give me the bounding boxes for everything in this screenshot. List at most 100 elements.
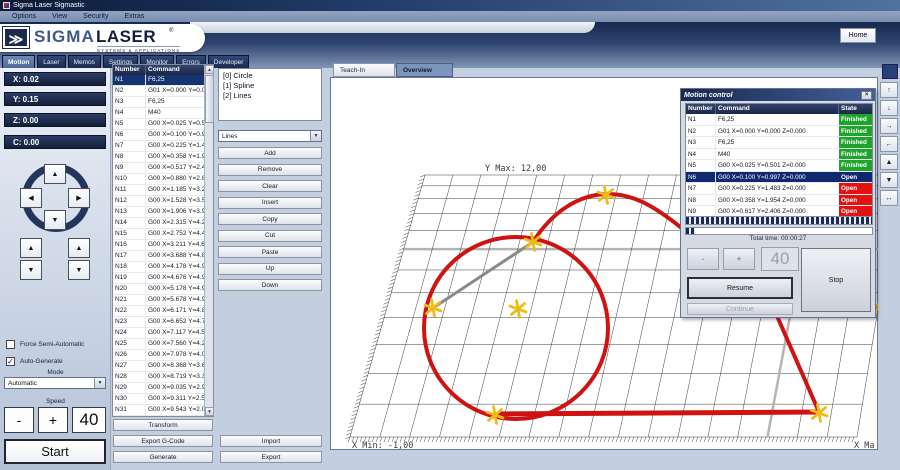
table-row[interactable]: N2G01 X=0.000 Y=0.0... [113,86,204,97]
jog-up-button[interactable]: ▲ [44,164,66,184]
jog-down-button[interactable]: ▼ [44,210,66,230]
c-up-button[interactable]: ▲ [68,238,90,258]
table-row[interactable]: N3F6,25 [113,97,204,108]
remove-button[interactable]: Remove [218,164,322,176]
table-row[interactable]: N21G00 X=5.678 Y=4.9... [113,295,204,306]
view-tool-3-icon[interactable]: ← [880,136,898,152]
home-button[interactable]: Home [840,28,876,43]
scroll-up-icon[interactable]: ▲ [205,65,214,74]
shape-listbox[interactable]: [0] Circle[1] Spline[2] Lines [218,68,322,121]
table-row[interactable]: N1F6,25 [113,75,204,86]
z-down-button[interactable]: ▼ [20,260,42,280]
table-row[interactable]: N30G00 X=9.311 Y=2.5... [113,394,204,405]
table-row[interactable]: N28G00 X=8.719 Y=3.3... [113,372,204,383]
import-button[interactable]: Import [220,435,322,447]
table-row[interactable]: N29G00 X=9.035 Y=2.9... [113,383,204,394]
chevron-down-icon[interactable]: ▼ [94,378,105,388]
tab-developer[interactable]: Developer [208,55,250,68]
export-button[interactable]: Export [220,451,322,463]
table-row[interactable]: N22G00 X=6.171 Y=4.8... [113,306,204,317]
speed-plus-button[interactable]: + [38,407,68,433]
tab-overview[interactable]: Overview [396,63,453,77]
down-button[interactable]: Down [218,279,322,291]
mode-select[interactable]: Automatic ▼ [4,377,106,389]
program-scrollbar[interactable]: ▲ ▼ [204,65,213,416]
chevron-down-icon[interactable]: ▼ [310,131,321,141]
table-row[interactable]: N27G00 X=8.368 Y=3.6... [113,361,204,372]
menu-extras[interactable]: Extras [116,13,152,20]
tab-teach-in[interactable]: Teach-In [333,63,395,77]
resume-button[interactable]: Resume [687,277,793,299]
jog-left-button[interactable]: ◀ [20,188,42,208]
auto-generate-checkbox[interactable]: ✓ [6,357,15,366]
table-row[interactable]: N19G00 X=4.676 Y=4.9... [113,273,204,284]
force-semi-automatic-checkbox[interactable] [6,340,15,349]
table-row[interactable]: N5G00 X=0.025 Y=0.501 Z=0.000Finished [686,160,872,172]
table-row[interactable]: N3F6,25Finished [686,137,872,149]
menu-options[interactable]: Options [4,13,44,20]
table-row[interactable]: N24G00 X=7.117 Y=4.5... [113,328,204,339]
paste-button[interactable]: Paste [218,246,322,258]
view-tool-6-icon[interactable]: ↔ [880,190,898,206]
table-row[interactable]: N13G00 X=1.906 Y=3.9... [113,207,204,218]
table-row[interactable]: N4M40 [113,108,204,119]
table-row[interactable]: N4M40Finished [686,149,872,161]
table-row[interactable]: N12G00 X=1.528 Y=3.5... [113,196,204,207]
view-tool-5-icon[interactable]: ▼ [880,172,898,188]
generate-button[interactable]: Generate [113,451,213,463]
scroll-down-icon[interactable]: ▼ [205,407,214,416]
table-row[interactable]: N18G00 X=4.178 Y=4.9... [113,262,204,273]
table-row[interactable]: N2G01 X=0.000 Y=0.000 Z=0.000Finished [686,126,872,138]
c-down-button[interactable]: ▼ [68,260,90,280]
table-row[interactable]: N6G00 X=0.100 Y=0.9... [113,130,204,141]
table-row[interactable]: N7G00 X=0.225 Y=1.483 Z=0.000Open [686,183,872,195]
table-row[interactable]: N6G00 X=0.100 Y=0.997 Z=0.000Open [686,172,872,184]
table-row[interactable]: N17G00 X=3.688 Y=4.8... [113,251,204,262]
cut-button[interactable]: Cut [218,230,322,242]
table-row[interactable]: N11G00 X=1.185 Y=3.2... [113,185,204,196]
start-button[interactable]: Start [4,439,106,464]
table-row[interactable]: N10G00 X=0.880 Y=2.8... [113,174,204,185]
table-row[interactable]: N8G00 X=0.358 Y=1.954 Z=0.000Open [686,195,872,207]
table-row[interactable]: N20G00 X=5.178 Y=4.9... [113,284,204,295]
stop-button[interactable]: Stop [801,248,871,312]
mc-speed-minus-button[interactable]: - [687,248,719,270]
table-row[interactable]: N8G00 X=0.358 Y=1.9... [113,152,204,163]
insert-button[interactable]: Insert [218,197,322,209]
clear-button[interactable]: Clear [218,180,322,192]
speed-minus-button[interactable]: - [4,407,34,433]
table-row[interactable]: N1F6,25Finished [686,114,872,126]
view-tool-0-icon[interactable]: ↑ [880,82,898,98]
view-tool-2-icon[interactable]: → [880,118,898,134]
table-row[interactable]: N23G00 X=6.652 Y=4.7... [113,317,204,328]
z-up-button[interactable]: ▲ [20,238,42,258]
table-row[interactable]: N15G00 X=2.752 Y=4.4... [113,229,204,240]
table-row[interactable]: N16G00 X=3.211 Y=4.6... [113,240,204,251]
menu-security[interactable]: Security [75,13,116,20]
menu-view[interactable]: View [44,13,75,20]
jog-right-button[interactable]: ▶ [68,188,90,208]
view-tool-4-icon[interactable]: ▲ [880,154,898,170]
shape-type-select[interactable]: Lines ▼ [218,130,322,142]
list-item[interactable]: [2] Lines [223,91,317,101]
tab-memos[interactable]: Memos [68,55,101,68]
table-row[interactable]: N31G00 X=9.543 Y=2.0... [113,405,204,416]
tab-motion[interactable]: Motion [2,55,35,68]
copy-button[interactable]: Copy [218,213,322,225]
mc-speed-plus-button[interactable]: + [723,248,755,270]
list-item[interactable]: [0] Circle [223,71,317,81]
add-button[interactable]: Add [218,147,322,159]
view-tool-1-icon[interactable]: ↓ [880,100,898,116]
table-row[interactable]: N25G00 X=7.560 Y=4.2... [113,339,204,350]
close-icon[interactable]: × [861,91,872,100]
table-row[interactable]: N26G00 X=7.978 Y=4.0... [113,350,204,361]
table-row[interactable]: N9G00 X=0.517 Y=2.4... [113,163,204,174]
transform-button[interactable]: Transform [113,419,213,431]
export-gcode-button[interactable]: Export G-Code [113,435,213,447]
tab-laser[interactable]: Laser [37,55,65,68]
motion-control-titlebar[interactable]: Motion control × [681,89,875,101]
table-row[interactable]: N14G00 X=2.315 Y=4.2... [113,218,204,229]
up-button[interactable]: Up [218,263,322,275]
scrollbar-thumb[interactable] [205,75,214,123]
list-item[interactable]: [1] Spline [223,81,317,91]
